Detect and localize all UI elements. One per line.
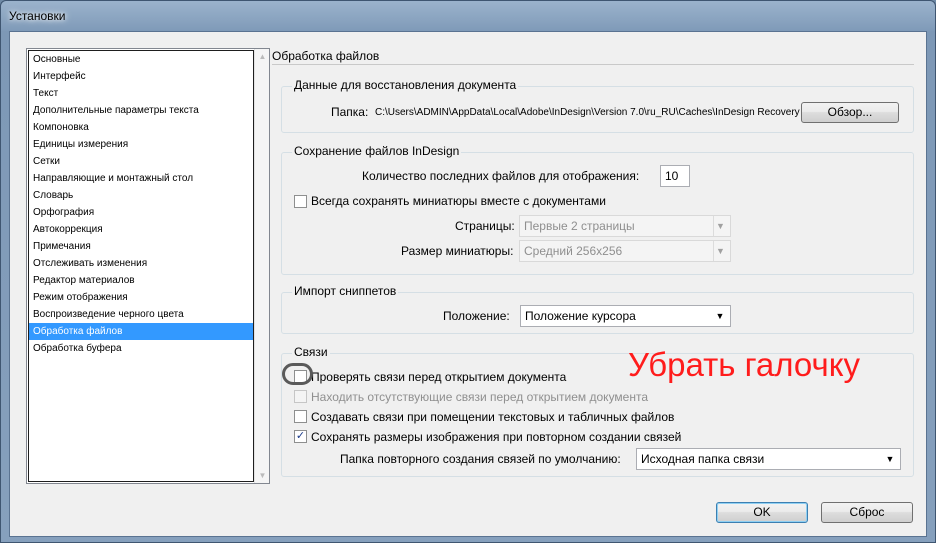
relink-folder-select[interactable]: Исходная папка связи ▼ [636,448,901,470]
pages-select: Первые 2 страницы ▼ [519,215,731,237]
chevron-down-icon: ▼ [885,454,895,464]
sidebar-item[interactable]: Редактор материалов [29,272,253,289]
thumb-size-select-value: Средний 256x256 [524,244,623,258]
category-scrollbar[interactable]: ▲ ▼ [254,49,269,483]
saving-group-title: Сохранение файлов InDesign [292,144,462,158]
sidebar-item[interactable]: Отслеживать изменения [29,255,253,272]
snippet-position-select[interactable]: Положение курсора ▼ [520,305,731,327]
chevron-down-icon: ▼ [713,241,727,261]
browse-button[interactable]: Обзор... [801,102,899,123]
scroll-up-icon[interactable]: ▲ [255,49,270,64]
dialog-client: Основные Интерфейс Текст Дополнительные пар… [9,31,927,537]
recovery-group-title: Данные для восстановления документа [292,78,519,92]
sidebar-item[interactable]: Направляющие и монтажный стол [29,170,253,187]
thumb-size-label: Размер миниатюры: [401,244,514,258]
relink-folder-value: Исходная папка связи [641,452,765,466]
recovery-folder-path: C:\Users\ADMIN\AppData\Local\Adobe\InDes… [375,107,800,118]
sidebar-item[interactable]: Компоновка [29,119,253,136]
sidebar-item[interactable]: Единицы измерения [29,136,253,153]
snippet-position-value: Положение курсора [525,309,636,323]
pages-select-value: Первые 2 страницы [524,219,635,233]
sidebar-item[interactable]: Обработка буфера [29,340,253,357]
sidebar-item[interactable]: Основные [29,51,253,68]
save-thumbnails-label[interactable]: Всегда сохранять миниатюры вместе с доку… [311,194,606,208]
sidebar-item[interactable]: Текст [29,85,253,102]
category-list: Основные Интерфейс Текст Дополнительные пар… [28,50,254,482]
window-title: Установки [9,9,66,23]
folder-label: Папка: [331,105,369,119]
title-bar[interactable]: Установки [1,1,935,31]
sidebar-item[interactable]: Обработка файлов [29,323,253,340]
sidebar-item[interactable]: Режим отображения [29,289,253,306]
annotation-text: Убрать галочку [628,346,861,383]
create-links-checkbox[interactable] [294,410,307,423]
snippets-group-title: Импорт сниппетов [292,284,399,298]
scroll-down-icon[interactable]: ▼ [255,468,270,483]
save-thumbnails-checkbox[interactable] [294,195,307,208]
chevron-down-icon: ▼ [715,311,725,321]
relink-folder-label: Папка повторного создания связей по умол… [340,452,621,466]
find-missing-label: Находить отсутствующие связи перед откры… [311,390,649,404]
sidebar-item[interactable]: Дополнительные параметры текста [29,102,253,119]
sidebar-item[interactable]: Интерфейс [29,68,253,85]
recent-count-label: Количество последних файлов для отображе… [362,169,640,183]
sidebar-item[interactable]: Воспроизведение черного цвета [29,306,253,323]
recent-count-input[interactable]: 10 [660,165,690,187]
sidebar-item[interactable]: Сетки [29,153,253,170]
pages-label: Страницы: [455,219,515,233]
preserve-dims-label[interactable]: Сохранять размеры изображения при повтор… [311,430,681,444]
chevron-down-icon: ▼ [713,216,727,236]
preferences-window: Установки Основные Интерфейс Текст Дополнит… [0,0,936,543]
reset-button[interactable]: Сброс [821,502,913,523]
links-group-title: Связи [292,345,330,359]
snippet-position-label: Положение: [443,309,510,323]
category-list-box: Основные Интерфейс Текст Дополнительные пар… [26,48,270,484]
sidebar-item[interactable]: Словарь [29,187,253,204]
check-links-label[interactable]: Проверять связи перед открытием документ… [311,370,566,384]
check-icon: ✓ [295,430,306,442]
sidebar-item[interactable]: Примечания [29,238,253,255]
sidebar-item[interactable]: Орфография [29,204,253,221]
ok-button[interactable]: OK [716,502,808,523]
sidebar-item[interactable]: Автокоррекция [29,221,253,238]
preserve-dims-checkbox[interactable]: ✓ [294,430,307,443]
highlight-ring [282,363,313,385]
create-links-label[interactable]: Создавать связи при помещении текстовых … [311,410,674,424]
panel-title-rule [272,64,914,65]
panel-title: Обработка файлов [272,49,380,63]
thumb-size-select: Средний 256x256 ▼ [519,240,731,262]
find-missing-checkbox [294,390,307,403]
